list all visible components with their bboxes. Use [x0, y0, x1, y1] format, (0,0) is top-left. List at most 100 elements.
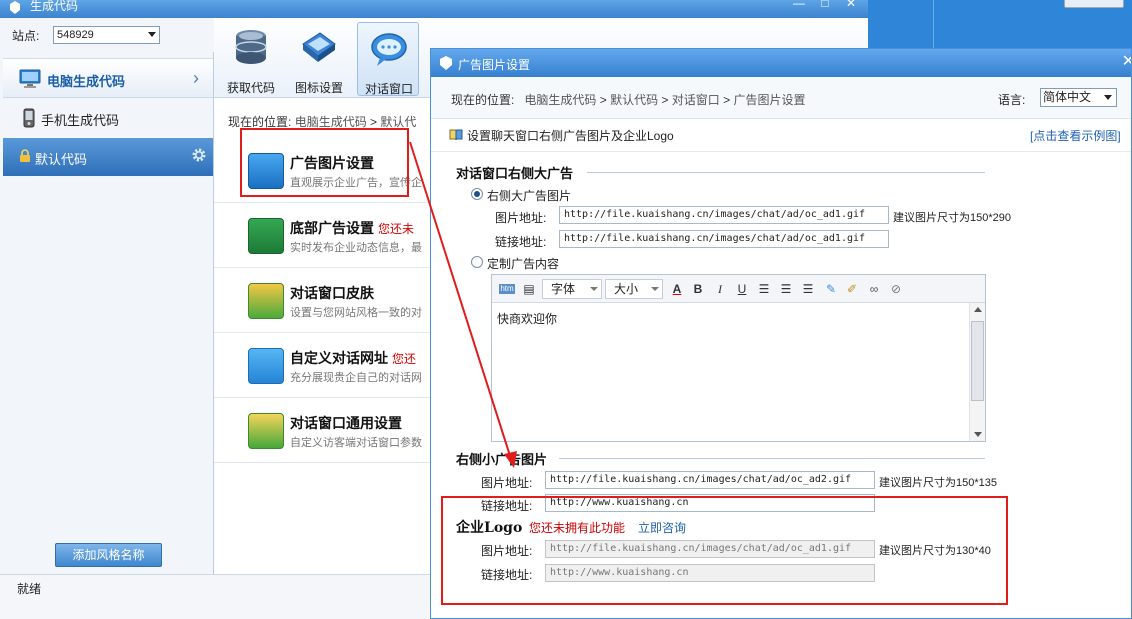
big-ad-heading: 对话窗口右侧大广告	[456, 167, 574, 182]
feature-title: 广告图片设置	[290, 155, 374, 171]
logo-image-url-label: 图片地址:	[481, 544, 533, 558]
breadcrumb-item[interactable]: 默认代	[380, 115, 416, 129]
main-window-title: 生成代码	[30, 0, 79, 13]
site-select[interactable]: 548929	[53, 26, 160, 44]
monitor-icon	[19, 69, 41, 92]
status-text: 就绪	[17, 582, 42, 596]
site-select-value: 548929	[57, 29, 94, 41]
background-button	[1064, 0, 1124, 8]
sidebar: 站点: 548929 电脑生成代码 › 手机生成代码 默认代码 添加风格名称	[0, 18, 214, 574]
text-color-icon[interactable]: A	[669, 281, 685, 297]
editor-scrollbar[interactable]	[969, 303, 985, 441]
dialog-titlebar: 广告图片设置 ✕	[431, 49, 1131, 77]
align-right-icon[interactable]: ☰	[800, 281, 816, 297]
background-pane	[868, 0, 934, 48]
consult-now-link[interactable]: 立即咨询	[638, 519, 686, 536]
feature-desc: 充分展现贵企自己的对话网	[290, 372, 422, 384]
small-ad-size-hint: 建议图片尺寸为150*135	[879, 477, 997, 489]
big-ad-link-url-label: 链接地址:	[495, 235, 547, 249]
divider	[587, 172, 985, 173]
breadcrumb-item[interactable]: 电脑生成代码	[524, 93, 596, 107]
feature-custom-url[interactable]: 自定义对话网址 您还 充分展现贵企自己的对话网	[214, 334, 430, 398]
breadcrumb-item: 广告图片设置	[733, 93, 806, 107]
download-icon	[248, 218, 284, 254]
language-select[interactable]: 简体中文	[1040, 88, 1117, 107]
toolbar-button-label: 对话窗口	[364, 82, 413, 96]
edit-icon[interactable]: ✐	[844, 281, 860, 297]
custom-ad-radio[interactable]	[471, 256, 483, 268]
window-settings-icon	[300, 28, 338, 68]
feature-chat-skin[interactable]: 对话窗口皮肤 设置与您网站风格一致的对	[214, 269, 430, 333]
breadcrumb: 现在的位置: 电脑生成代码 > 默认代码 > 对话窗口 > 广告图片设置	[451, 91, 805, 108]
small-ad-link-url-input[interactable]: http://www.kuaishang.cn	[545, 494, 875, 512]
maximize-button[interactable]: □	[812, 0, 838, 12]
sidebar-item-mobile-code[interactable]: 手机生成代码	[3, 98, 213, 138]
close-button[interactable]: ✕	[838, 0, 864, 12]
feature-desc: 设置与您网站风格一致的对	[290, 307, 422, 319]
divider	[431, 151, 1131, 152]
big-ad-link-url-input[interactable]: http://file.kuaishang.cn/images/chat/ad/…	[559, 230, 889, 248]
editor-toolbar: htm ▤ 字体 大小 A B I U ☰ ☰ ☰ ✎ ✐ ∞ ⊘	[492, 275, 985, 303]
feature-warning: 您还未	[378, 222, 415, 236]
preview-icon[interactable]: ▤	[521, 281, 537, 297]
underline-icon[interactable]: U	[734, 281, 750, 297]
intro-text: 设置聊天窗口右侧广告图片及企业Logo	[449, 127, 674, 144]
get-code-button[interactable]: 获取代码	[220, 22, 282, 96]
font-family-select-value: 字体	[551, 282, 576, 296]
add-style-button[interactable]: 添加风格名称	[55, 543, 162, 567]
bold-icon[interactable]: B	[690, 281, 706, 297]
breadcrumb-item[interactable]: 默认代码	[610, 93, 658, 107]
divider	[559, 458, 985, 459]
status-bar: 就绪	[0, 574, 430, 619]
ad-image-icon	[248, 153, 284, 189]
sidebar-item-label: 默认代码	[35, 152, 88, 167]
logo-size-hint: 建议图片尺寸为130*40	[879, 545, 991, 557]
align-left-icon[interactable]: ☰	[756, 281, 772, 297]
dialog-title: 广告图片设置	[458, 58, 531, 72]
big-ad-image-radio[interactable]	[471, 188, 483, 200]
small-ad-image-url-input[interactable]: http://file.kuaishang.cn/images/chat/ad/…	[545, 471, 875, 489]
font-size-select[interactable]: 大小	[605, 279, 663, 299]
site-label: 站点:	[12, 29, 40, 43]
feature-desc: 自定义访客端对话窗口参数	[290, 437, 422, 449]
sidebar-item-label: 手机生成代码	[41, 113, 120, 128]
icon-settings-button[interactable]: 图标设置	[288, 22, 350, 96]
feature-title-text: 底部广告设置	[290, 220, 374, 236]
breadcrumb-item[interactable]: 电脑生成代码	[295, 115, 367, 129]
mobile-phone-icon	[23, 108, 35, 131]
chat-bubble-icon	[370, 29, 408, 69]
breadcrumb-item[interactable]: 对话窗口	[672, 93, 720, 107]
logo-link-url-label: 链接地址:	[481, 568, 533, 582]
logo-heading: 企业Logo	[456, 520, 523, 536]
feature-bottom-ad[interactable]: 底部广告设置 您还未 实时发布企业动态信息，最	[214, 204, 430, 268]
breadcrumb-prefix: 现在的位置:	[228, 115, 292, 129]
feature-title-text: 自定义对话网址	[290, 350, 388, 366]
unlink-icon[interactable]: ⊘	[888, 281, 904, 297]
html-source-icon[interactable]: htm	[499, 284, 515, 294]
insert-image-icon[interactable]: ✎	[823, 281, 839, 297]
feature-ad-image[interactable]: 广告图片设置 直观展示企业广告，宣传企	[214, 139, 430, 203]
feature-warning: 您还	[392, 352, 417, 366]
feature-general-settings[interactable]: 对话窗口通用设置 自定义访客端对话窗口参数	[214, 399, 430, 463]
font-family-select[interactable]: 字体	[542, 279, 602, 299]
view-example-link[interactable]: [点击查看示例图]	[1030, 127, 1121, 144]
italic-icon[interactable]: I	[712, 281, 728, 297]
scrollbar-thumb[interactable]	[971, 321, 984, 401]
folder-icon	[248, 348, 284, 384]
minimize-button[interactable]: —	[786, 0, 812, 12]
scroll-down-icon[interactable]	[974, 432, 982, 437]
custom-ad-editor: htm ▤ 字体 大小 A B I U ☰ ☰ ☰ ✎ ✐ ∞ ⊘ 快商欢迎你	[491, 274, 986, 442]
feature-desc: 实时发布企业动态信息，最	[290, 242, 422, 254]
sidebar-item-default-code[interactable]: 默认代码	[3, 138, 213, 176]
big-ad-image-url-input[interactable]: http://file.kuaishang.cn/images/chat/ad/…	[559, 206, 889, 224]
breadcrumb-separator: >	[599, 93, 611, 107]
scroll-up-icon[interactable]	[974, 307, 982, 312]
editor-content[interactable]: 快商欢迎你	[497, 310, 557, 327]
align-center-icon[interactable]: ☰	[778, 281, 794, 297]
close-icon[interactable]: ✕	[1122, 51, 1131, 71]
link-icon[interactable]: ∞	[866, 281, 882, 297]
big-ad-size-hint: 建议图片尺寸为150*290	[893, 212, 1011, 224]
gear-icon[interactable]	[191, 147, 207, 163]
chat-window-button[interactable]: 对话窗口	[357, 22, 419, 96]
sidebar-item-pc-code[interactable]: 电脑生成代码 ›	[3, 58, 213, 98]
